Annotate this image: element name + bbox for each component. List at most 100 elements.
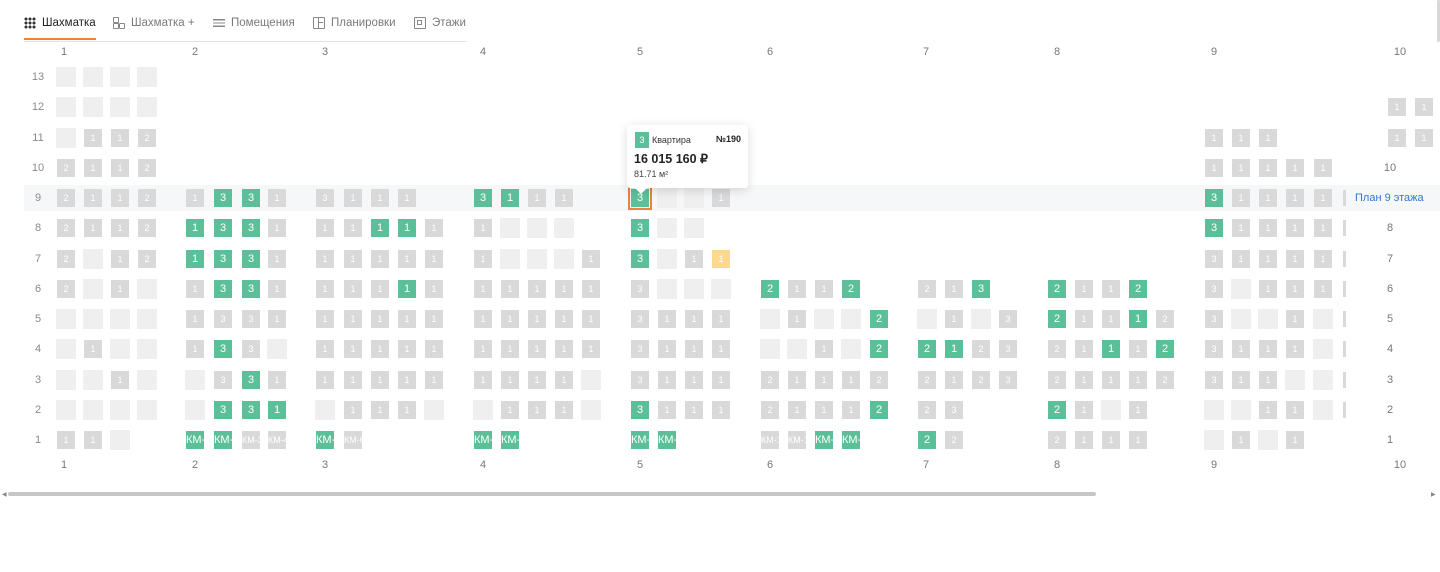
apartment-cell[interactable]: 3 [242, 189, 260, 207]
apartment-cell[interactable]: 1 [1205, 159, 1223, 177]
apartment-cell[interactable]: 3 [999, 371, 1017, 389]
apartment-cell[interactable]: 1 [474, 219, 492, 237]
apartment-cell[interactable]: 1 [344, 340, 362, 358]
apartment-cell[interactable]: 2 [1048, 371, 1066, 389]
apartment-cell[interactable]: 3 [242, 340, 260, 358]
apartment-cell[interactable]: 1 [425, 340, 443, 358]
apartment-cell[interactable]: 2 [761, 280, 779, 298]
tab-layouts[interactable]: Планировки [313, 14, 396, 32]
apartment-cell[interactable]: 1 [1286, 310, 1304, 328]
apartment-cell[interactable]: 3 [631, 371, 649, 389]
apartment-cell[interactable]: 1 [111, 219, 129, 237]
apartment-cell[interactable]: 3 [972, 280, 990, 298]
apartment-cell[interactable]: 1 [1075, 280, 1093, 298]
apartment-cell[interactable]: 3 [214, 250, 232, 268]
apartment-cell[interactable]: 1 [501, 340, 519, 358]
apartment-cell[interactable]: 1 [1102, 340, 1120, 358]
apartment-cell[interactable]: 1 [186, 310, 204, 328]
apartment-cell[interactable]: 2 [918, 431, 936, 449]
apartment-cell[interactable]: 1 [1259, 159, 1277, 177]
apartment-cell[interactable]: 1 [555, 189, 573, 207]
apartment-cell[interactable]: 1 [1286, 219, 1304, 237]
apartment-cell[interactable]: 1 [1388, 98, 1406, 116]
apartment-cell[interactable]: 2 [138, 129, 156, 147]
apartment-cell[interactable]: 1 [555, 280, 573, 298]
apartment-cell[interactable]: 1 [1232, 250, 1250, 268]
apartment-cell[interactable]: 1 [1415, 98, 1433, 116]
apartment-cell[interactable]: КМ-10 [658, 431, 676, 449]
apartment-cell[interactable]: 1 [1259, 371, 1277, 389]
apartment-cell[interactable]: 2 [1156, 310, 1174, 328]
apartment-cell[interactable]: 1 [582, 340, 600, 358]
apartment-cell[interactable]: КМ-6 [344, 431, 362, 449]
apartment-cell[interactable]: 1 [84, 189, 102, 207]
apartment-cell[interactable]: 2 [1156, 340, 1174, 358]
apartment-cell[interactable]: 1 [582, 310, 600, 328]
apartment-cell[interactable]: 3 [242, 401, 260, 419]
apartment-cell[interactable]: 1 [316, 219, 334, 237]
apartment-cell[interactable]: 1 [1286, 280, 1304, 298]
apartment-cell[interactable]: 1 [398, 310, 416, 328]
apartment-cell[interactable]: 1 [528, 280, 546, 298]
apartment-cell[interactable]: 2 [1048, 340, 1066, 358]
apartment-cell[interactable]: 1 [474, 250, 492, 268]
apartment-cell[interactable]: 1 [111, 371, 129, 389]
apartment-cell[interactable]: 1 [425, 371, 443, 389]
apartment-cell[interactable]: 1 [528, 310, 546, 328]
apartment-cell[interactable]: 1 [268, 371, 286, 389]
apartment-cell[interactable]: 1 [788, 310, 806, 328]
tab-chessboard-plus[interactable]: Шахматка + [113, 14, 195, 32]
apartment-cell[interactable]: 1 [316, 280, 334, 298]
apartment-cell[interactable]: 1 [555, 401, 573, 419]
apartment-cell[interactable]: 1 [501, 310, 519, 328]
apartment-cell[interactable]: 3 [1205, 340, 1223, 358]
apartment-cell[interactable]: 1 [425, 219, 443, 237]
apartment-cell[interactable]: 1 [111, 129, 129, 147]
apartment-cell[interactable]: 2 [918, 280, 936, 298]
apartment-cell[interactable]: 3 [1205, 310, 1223, 328]
apartment-cell[interactable]: 1 [84, 340, 102, 358]
apartment-cell[interactable]: 3 [242, 280, 260, 298]
apartment-cell[interactable]: 1 [57, 431, 75, 449]
apartment-cell[interactable]: 1 [268, 401, 286, 419]
apartment-cell[interactable]: 1 [371, 310, 389, 328]
apartment-cell[interactable]: 3 [999, 340, 1017, 358]
apartment-cell[interactable]: 1 [268, 219, 286, 237]
apartment-cell[interactable]: 2 [1048, 401, 1066, 419]
apartment-cell[interactable]: 1 [268, 189, 286, 207]
apartment-cell[interactable]: 3 [474, 189, 492, 207]
apartment-cell[interactable]: 1 [1129, 310, 1147, 328]
apartment-cell[interactable]: 1 [111, 280, 129, 298]
apartment-cell[interactable]: 2 [138, 250, 156, 268]
apartment-cell[interactable]: 3 [1205, 189, 1223, 207]
apartment-cell[interactable]: 2 [870, 371, 888, 389]
apartment-cell[interactable]: 1 [344, 401, 362, 419]
apartment-cell[interactable]: 1 [658, 340, 676, 358]
apartment-cell[interactable]: 1 [1129, 401, 1147, 419]
apartment-cell[interactable]: 3 [631, 250, 649, 268]
apartment-cell[interactable]: 1 [815, 280, 833, 298]
apartment-cell[interactable]: 1 [658, 371, 676, 389]
apartment-cell[interactable]: 1 [425, 280, 443, 298]
apartment-cell[interactable]: 1 [371, 250, 389, 268]
apartment-cell[interactable]: 3 [1205, 371, 1223, 389]
apartment-cell[interactable]: 1 [1075, 310, 1093, 328]
apartment-cell[interactable]: 1 [685, 371, 703, 389]
apartment-cell[interactable]: 1 [344, 250, 362, 268]
apartment-cell[interactable]: 3 [214, 189, 232, 207]
apartment-cell[interactable]: 3 [214, 310, 232, 328]
apartment-cell[interactable]: 1 [1102, 431, 1120, 449]
apartment-cell[interactable]: 1 [528, 340, 546, 358]
apartment-cell[interactable]: 1 [1232, 219, 1250, 237]
apartment-cell[interactable]: 3 [1205, 280, 1223, 298]
apartment-cell[interactable]: 1 [474, 280, 492, 298]
apartment-cell[interactable]: 2 [57, 159, 75, 177]
apartment-cell[interactable]: 1 [842, 401, 860, 419]
apartment-cell[interactable]: 1 [1259, 280, 1277, 298]
apartment-cell[interactable]: 1 [371, 189, 389, 207]
apartment-cell[interactable]: 1 [945, 310, 963, 328]
apartment-cell[interactable]: 1 [501, 371, 519, 389]
apartment-cell[interactable]: 1 [111, 250, 129, 268]
apartment-cell[interactable]: 3 [945, 401, 963, 419]
apartment-cell[interactable]: 2 [870, 340, 888, 358]
